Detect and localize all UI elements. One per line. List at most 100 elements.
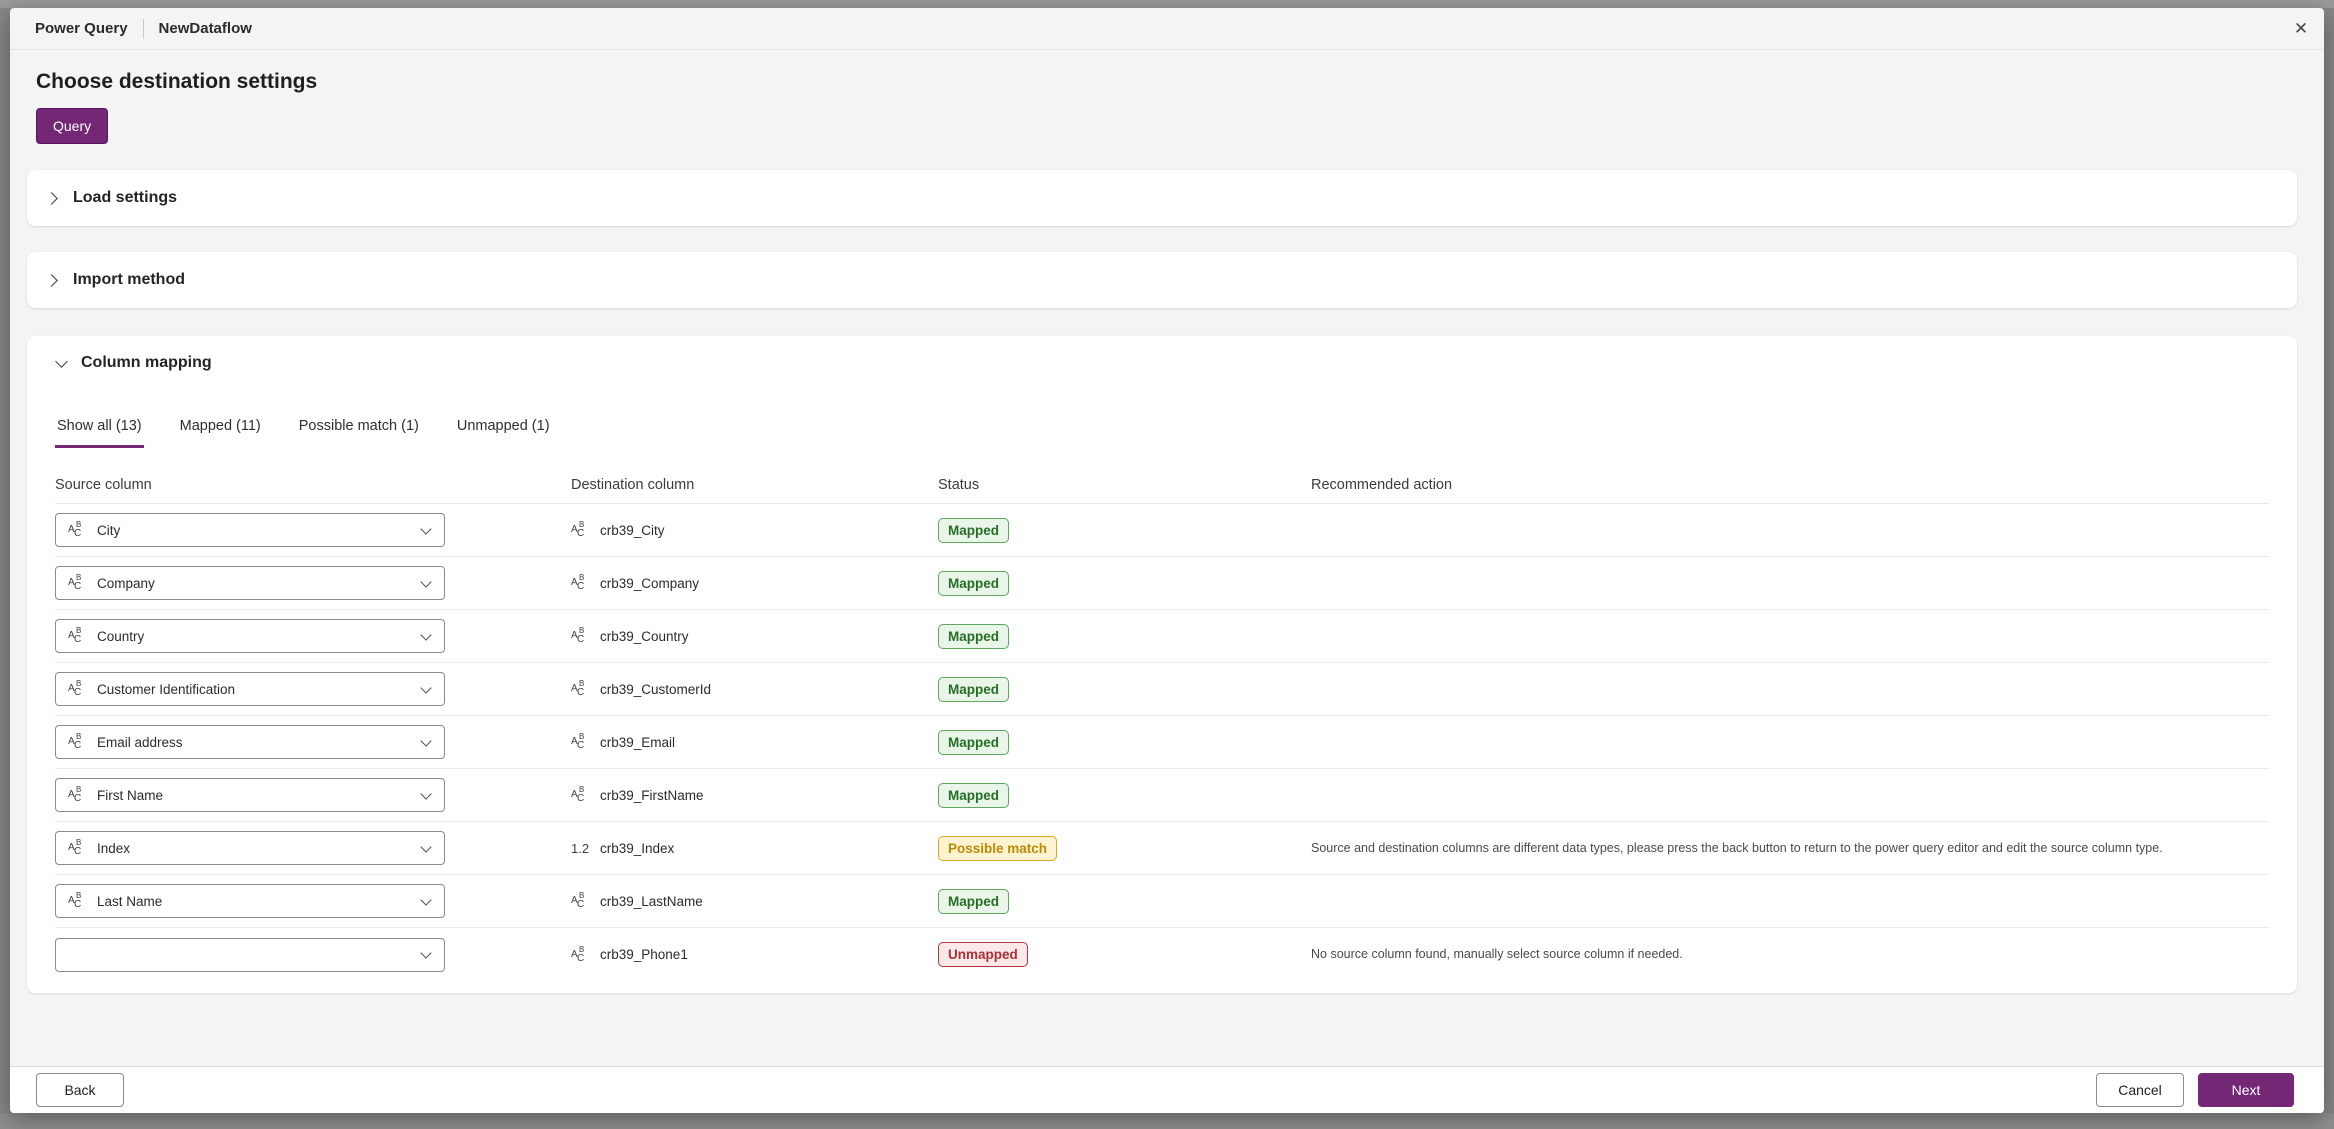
status-cell: Mapped [938,783,1311,808]
mapping-table-header: Source column Destination column Status … [55,466,2269,504]
dimmed-background-top [0,0,2334,8]
tab-show-all[interactable]: Show all (13) [55,418,144,448]
dialog-content: Choose destination settings Query Load s… [10,50,2324,1066]
table-row: Last Name crb39_LastName Mapped [55,875,2269,928]
mapping-filter-tabs: Show all (13) Mapped (11) Possible match… [55,418,2269,448]
destination-column-name: crb39_Phone1 [600,947,688,962]
status-cell: Mapped [938,677,1311,702]
status-cell: Mapped [938,571,1311,596]
source-column-dropdown[interactable]: First Name [55,778,445,812]
text-type-icon [68,892,88,910]
source-column-dropdown[interactable]: Customer Identification [55,672,445,706]
chevron-down-icon [55,357,67,369]
query-chip[interactable]: Query [36,108,108,144]
dataflow-name: NewDataflow [159,20,252,37]
table-row: crb39_Phone1 Unmapped No source column f… [55,928,2269,981]
text-type-icon [571,627,591,645]
source-column-dropdown[interactable] [55,938,445,972]
destination-column-name: crb39_Email [600,735,675,750]
chevron-right-icon [47,274,59,286]
text-type-icon [571,680,591,698]
source-column-cell: Company [55,566,571,600]
source-column-value: Company [97,576,155,591]
text-type-icon [68,839,88,857]
text-type-icon [571,733,591,751]
source-column-cell: Customer Identification [55,672,571,706]
chevron-down-icon [420,896,432,907]
destination-column-name: crb39_City [600,523,665,538]
next-button[interactable]: Next [2198,1073,2294,1107]
text-type-icon [571,786,591,804]
status-cell: Mapped [938,889,1311,914]
app-title: Power Query [35,20,128,37]
text-type-icon [571,946,591,964]
status-cell: Mapped [938,518,1311,543]
chevron-down-icon [420,684,432,695]
mapping-table-body: City crb39_City Mapped Company crb [55,504,2269,981]
status-badge: Unmapped [938,942,1028,967]
close-icon[interactable] [2284,12,2318,46]
source-column-cell: Email address [55,725,571,759]
recommended-action-text: No source column found, manually select … [1311,942,2269,967]
source-column-dropdown[interactable]: Company [55,566,445,600]
destination-column-name: crb39_Company [600,576,699,591]
decimal-type-icon [571,841,591,856]
text-type-icon [68,733,88,751]
table-row: Country crb39_Country Mapped [55,610,2269,663]
status-cell: Possible match [938,836,1311,861]
chevron-down-icon [420,631,432,642]
status-cell: Mapped [938,730,1311,755]
destination-column-cell: crb39_Country [571,627,938,645]
column-mapping-header[interactable]: Column mapping [55,354,2269,372]
destination-column-name: crb39_Country [600,629,689,644]
cancel-button[interactable]: Cancel [2096,1073,2184,1107]
text-type-icon [571,574,591,592]
status-badge: Mapped [938,889,1009,914]
tab-mapped[interactable]: Mapped (11) [178,418,263,448]
table-row: Company crb39_Company Mapped [55,557,2269,610]
back-button[interactable]: Back [36,1073,124,1107]
recommended-action-header: Recommended action [1311,477,2269,493]
status-cell: Mapped [938,624,1311,649]
destination-settings-dialog: Power Query NewDataflow Choose destinati… [10,8,2324,1113]
destination-column-cell: crb39_Index [571,841,938,856]
page-title: Choose destination settings [36,70,2297,94]
status-badge: Possible match [938,836,1057,861]
source-column-value: City [97,523,120,538]
destination-column-name: crb39_CustomerId [600,682,711,697]
source-column-value: Last Name [97,894,162,909]
column-mapping-label: Column mapping [81,354,212,372]
source-column-dropdown[interactable]: Country [55,619,445,653]
load-settings-label: Load settings [73,189,177,207]
status-badge: Mapped [938,730,1009,755]
tab-possible-match[interactable]: Possible match (1) [297,418,421,448]
source-column-value: Customer Identification [97,682,235,697]
source-column-dropdown[interactable]: Email address [55,725,445,759]
source-column-value: Email address [97,735,183,750]
source-column-dropdown[interactable]: Last Name [55,884,445,918]
source-column-dropdown[interactable]: Index [55,831,445,865]
text-type-icon [68,521,88,539]
dialog-header: Power Query NewDataflow [10,8,2324,50]
chevron-down-icon [420,949,432,960]
table-row: City crb39_City Mapped [55,504,2269,557]
table-row: Index crb39_Index Possible match Source … [55,822,2269,875]
tab-unmapped[interactable]: Unmapped (1) [455,418,552,448]
table-row: Email address crb39_Email Mapped [55,716,2269,769]
recommended-action-text: Source and destination columns are diffe… [1311,836,2269,861]
load-settings-section[interactable]: Load settings [27,170,2297,226]
destination-column-name: crb39_LastName [600,894,703,909]
table-row: First Name crb39_FirstName Mapped [55,769,2269,822]
destination-column-name: crb39_FirstName [600,788,704,803]
status-badge: Mapped [938,518,1009,543]
import-method-section[interactable]: Import method [27,252,2297,308]
destination-column-cell: crb39_CustomerId [571,680,938,698]
destination-column-header: Destination column [571,477,938,493]
status-badge: Mapped [938,677,1009,702]
table-row: Customer Identification crb39_CustomerId… [55,663,2269,716]
source-column-dropdown[interactable]: City [55,513,445,547]
text-type-icon [68,627,88,645]
destination-column-cell: crb39_Company [571,574,938,592]
dimmed-background-bottom [0,1113,2334,1129]
chevron-down-icon [420,790,432,801]
